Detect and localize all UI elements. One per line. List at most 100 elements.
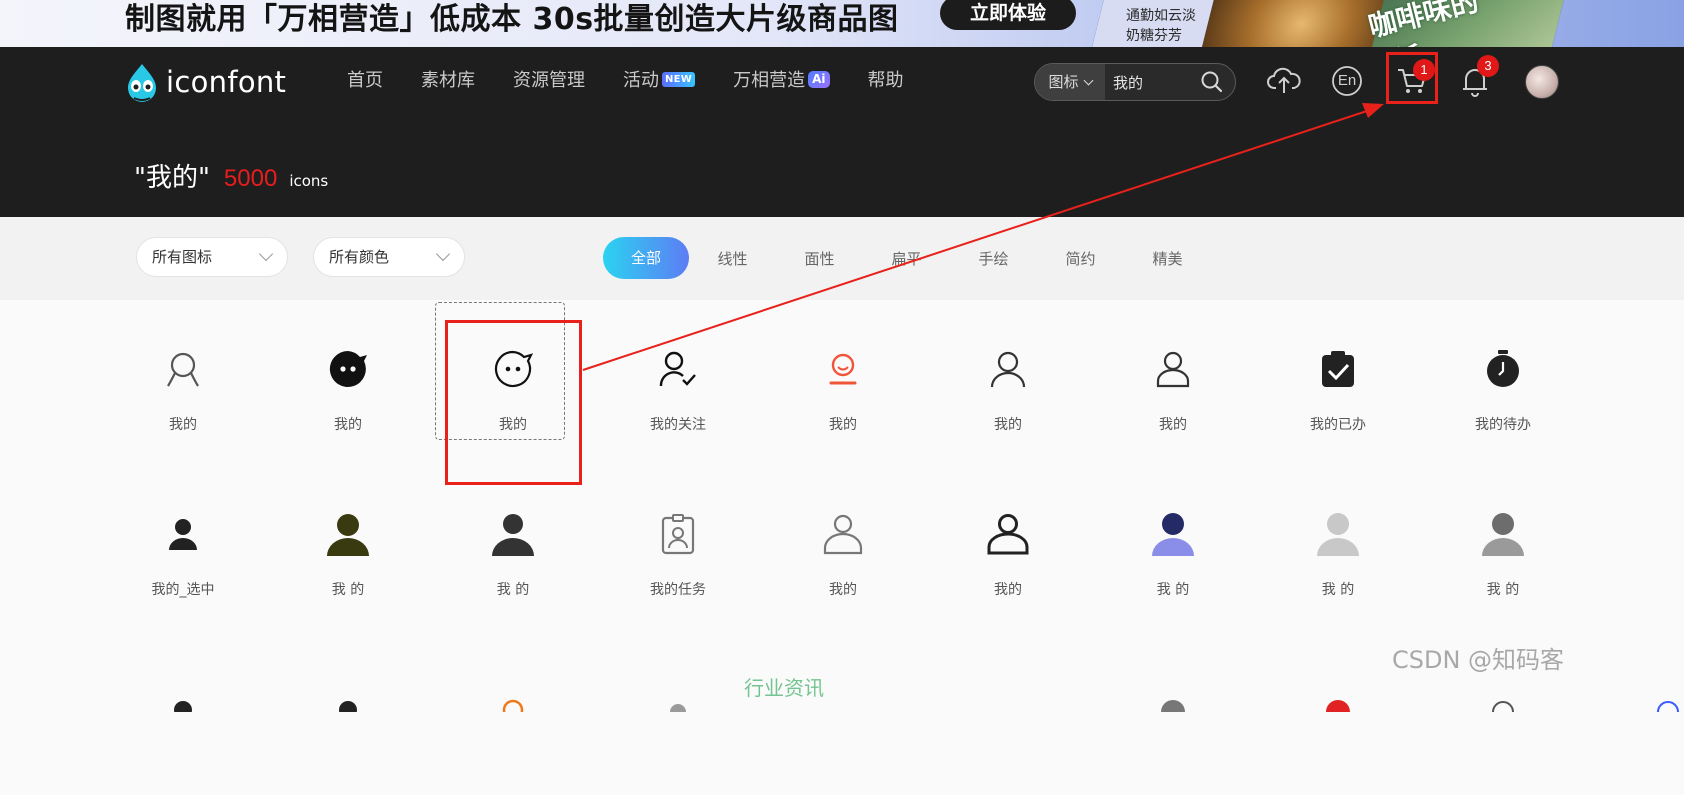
search-type-select[interactable]: 图标 bbox=[1035, 64, 1105, 100]
person-outline-icon bbox=[983, 344, 1033, 394]
person-filled-gray-icon bbox=[653, 680, 703, 730]
person-filled-icon bbox=[323, 680, 373, 730]
icon-name: 我 的 bbox=[496, 582, 530, 598]
icon-name: 我的_选中 bbox=[151, 582, 215, 598]
tab-handdrawn[interactable]: 手绘 bbox=[950, 248, 1037, 269]
icon-name: 我 的 bbox=[331, 582, 365, 598]
tab-exquisite[interactable]: 精美 bbox=[1124, 248, 1211, 269]
nav-activity[interactable]: 活动 NEW bbox=[623, 66, 696, 92]
style-tabs: 全部 线性 面性 扁平 手绘 简约 精美 bbox=[603, 237, 1211, 279]
logo[interactable]: iconfont bbox=[124, 62, 286, 102]
icon-type-select-label: 所有图标 bbox=[152, 248, 213, 266]
icon-card[interactable]: 我的_选中 bbox=[101, 465, 265, 630]
person-outline-bold-icon bbox=[983, 509, 1033, 559]
icon-card[interactable]: 我的已办 bbox=[1256, 300, 1420, 465]
nav-resources[interactable]: 资源管理 bbox=[513, 66, 585, 92]
circle-outline-icon bbox=[1478, 680, 1528, 730]
icon-card[interactable]: 我的 bbox=[926, 300, 1090, 465]
avatar[interactable] bbox=[1525, 65, 1559, 99]
upload-icon[interactable] bbox=[1264, 61, 1304, 101]
id-badge-icon bbox=[653, 509, 703, 559]
icon-name: 我的任务 bbox=[650, 582, 706, 598]
icon-card[interactable]: 我的待办 bbox=[1421, 300, 1585, 465]
icon-card[interactable]: 我 的 bbox=[1091, 465, 1255, 630]
nav-help[interactable]: 帮助 bbox=[868, 66, 904, 92]
new-badge: NEW bbox=[662, 71, 696, 87]
language-toggle[interactable]: En bbox=[1327, 61, 1367, 101]
icon-card[interactable]: 我 的 bbox=[431, 465, 595, 630]
search-icon[interactable] bbox=[1201, 71, 1223, 97]
chevron-down-icon bbox=[1083, 75, 1093, 86]
icon-card[interactable] bbox=[431, 630, 595, 795]
icon-card[interactable]: 我的 bbox=[101, 300, 265, 465]
icon-card[interactable]: 我 的 bbox=[266, 465, 430, 630]
timer-icon bbox=[1478, 344, 1528, 394]
chevron-down-icon bbox=[435, 246, 451, 262]
person-filled-navy-purple-icon bbox=[1148, 509, 1198, 559]
promo-small-text: 通勤如云淡 奶糖芬芳 bbox=[1126, 8, 1196, 44]
language-label: En bbox=[1337, 72, 1357, 89]
nav-library[interactable]: 素材库 bbox=[421, 66, 475, 92]
shape-gray-icon bbox=[1148, 680, 1198, 730]
icon-name: 我 的 bbox=[1486, 582, 1520, 598]
icon-card[interactable]: 我的 bbox=[926, 465, 1090, 630]
icon-card[interactable]: 我的 bbox=[761, 300, 925, 465]
promo-banner[interactable]: 制图就用「万相营造」低成本 30s批量创造大片级商品图 立即体验 通勤如云淡 奶… bbox=[0, 0, 1684, 47]
filter-bar: 所有图标 所有颜色 全部 线性 面性 扁平 手绘 简约 精美 bbox=[0, 217, 1684, 300]
icon-name: 我的 bbox=[829, 582, 857, 598]
icon-card[interactable]: 我 的 bbox=[1421, 465, 1585, 630]
icon-card[interactable] bbox=[101, 630, 265, 795]
bell-icon[interactable]: 3 bbox=[1455, 55, 1499, 101]
color-select-label: 所有颜色 bbox=[329, 248, 390, 266]
promo-cta-button[interactable]: 立即体验 bbox=[940, 0, 1076, 30]
icon-name: 我的 bbox=[829, 417, 857, 433]
watermark: CSDN @知码客 bbox=[1392, 646, 1565, 674]
result-count: 5000 bbox=[223, 165, 278, 192]
face-bubble-filled-icon bbox=[323, 344, 373, 394]
icon-name: 我的 bbox=[994, 582, 1022, 598]
person-filled-icon bbox=[158, 509, 208, 559]
icon-card[interactable]: 我 的 bbox=[1256, 465, 1420, 630]
tab-filled[interactable]: 面性 bbox=[776, 248, 863, 269]
tab-all[interactable]: 全部 bbox=[603, 237, 689, 279]
result-query: "我的" bbox=[134, 163, 210, 193]
watermark-mid: 行业资讯 bbox=[744, 676, 824, 700]
icon-name: 我 的 bbox=[1156, 582, 1190, 598]
person-outline-icon bbox=[1148, 344, 1198, 394]
logo-text: iconfont bbox=[166, 65, 287, 99]
person-check-icon bbox=[653, 344, 703, 394]
icon-card[interactable]: 我的任务 bbox=[596, 465, 760, 630]
icon-name: 我的待办 bbox=[1475, 417, 1531, 433]
person-outline-orange-icon bbox=[488, 680, 538, 730]
tab-simple[interactable]: 简约 bbox=[1037, 248, 1124, 269]
icon-card[interactable]: 我的 bbox=[1091, 300, 1255, 465]
search-result-title: "我的" 5000 icons bbox=[134, 157, 328, 194]
tab-linear[interactable]: 线性 bbox=[689, 248, 776, 269]
icon-card[interactable] bbox=[596, 630, 760, 795]
cart-highlight-box bbox=[1386, 52, 1438, 104]
icon-card[interactable] bbox=[266, 630, 430, 795]
icon-card[interactable]: 我的 bbox=[266, 300, 430, 465]
icon-name: 我的 bbox=[994, 417, 1022, 433]
person-outline-icon bbox=[158, 344, 208, 394]
icon-name: 我的 bbox=[169, 417, 197, 433]
color-select[interactable]: 所有颜色 bbox=[313, 237, 465, 277]
icon-type-select[interactable]: 所有图标 bbox=[136, 237, 288, 277]
person-outline-gray-icon bbox=[818, 509, 868, 559]
icon-name: 我的关注 bbox=[650, 417, 706, 433]
icon-highlight-box bbox=[445, 320, 582, 485]
search-bar: 图标 bbox=[1034, 63, 1236, 101]
icon-card[interactable] bbox=[1586, 630, 1684, 795]
icon-card[interactable]: 我的关注 bbox=[596, 300, 760, 465]
main-nav: 首页 素材库 资源管理 活动 NEW 万相营造 Ai 帮助 bbox=[347, 66, 942, 92]
shape-red-icon bbox=[1313, 680, 1363, 730]
icon-name: 我的已办 bbox=[1310, 417, 1366, 433]
icon-card[interactable]: 我的 bbox=[761, 465, 925, 630]
nav-home[interactable]: 首页 bbox=[347, 66, 383, 92]
nav-wanxiang[interactable]: 万相营造 Ai bbox=[733, 66, 830, 92]
search-input[interactable] bbox=[1113, 64, 1193, 100]
icon-card[interactable] bbox=[1091, 630, 1255, 795]
person-filled-olive-icon bbox=[323, 509, 373, 559]
promo-headline: 制图就用「万相营造」低成本 30s批量创造大片级商品图 bbox=[125, 2, 899, 37]
tab-flat[interactable]: 扁平 bbox=[863, 248, 950, 269]
